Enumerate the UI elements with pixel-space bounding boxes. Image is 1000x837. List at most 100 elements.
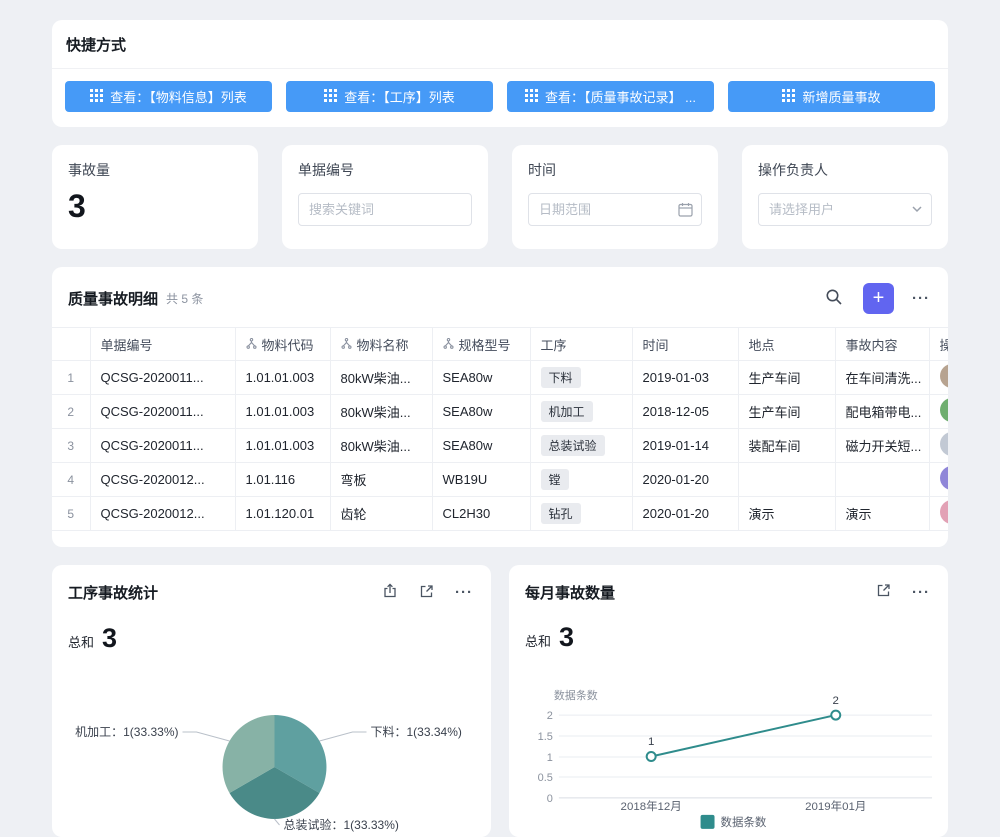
table-header-row: 单据编号 物料代码 物料名称 规格型号 工序 时间 地点 事故内容 操作负责人 [52,328,948,361]
process-tag: 机加工 [541,401,593,422]
shortcuts-title-row: 快捷方式 [52,20,948,69]
export-button[interactable] [380,581,400,604]
export-icon [382,583,398,602]
x-tick: 2018年12月 [621,799,682,813]
table-row[interactable]: 1 QCSG-2020011... 1.01.01.003 80kW柴油... … [52,361,948,395]
cell-material-code: 1.01.116 [235,463,330,497]
cell-doc-number: QCSG-2020012... [90,497,235,531]
cell-row-number: 2 [52,395,90,429]
shortcut-label: 查看：【工序】列表 [344,87,455,106]
process-tag: 钻孔 [541,503,581,524]
accident-count-value: 3 [68,188,242,225]
cell-place: 生产车间 [738,395,835,429]
header-material-code: 物料代码 [235,328,330,361]
data-point [831,711,840,720]
table-row-count: 共 5 条 [166,290,203,307]
table-row[interactable]: 4 QCSG-2020012... 1.01.116 弯板 WB19U 镗 20… [52,463,948,497]
cell-row-number: 1 [52,361,90,395]
search-icon [825,288,843,309]
table-row[interactable]: 5 QCSG-2020012... 1.01.120.01 齿轮 CL2H30 … [52,497,948,531]
cell-spec-model: SEA80w [432,361,530,395]
add-quality-accident-button[interactable]: 新增质量事故 [728,81,935,112]
grid-icon [782,89,795,105]
more-options-button[interactable]: ··· [910,582,932,603]
cell-content: 演示 [835,497,929,531]
plus-icon: + [873,288,885,308]
expand-button[interactable] [874,581,893,603]
header-material-name: 物料名称 [330,328,432,361]
avatar [940,364,949,388]
header-place: 地点 [738,328,835,361]
cell-material-name: 80kW柴油... [330,429,432,463]
point-label: 2 [833,695,839,707]
cell-doc-number: QCSG-2020011... [90,395,235,429]
quality-accident-detail-card: 质量事故明细 共 5 条 + ··· 单据编号 物料代码 物料名称 规格型号 [52,267,948,547]
time-label: 时间 [528,160,702,180]
grid-icon [324,89,337,105]
data-point [647,752,656,761]
doc-number-filter-card: 单据编号 [282,145,488,249]
header-date: 时间 [632,328,738,361]
y-tick: 1.5 [538,731,553,743]
shortcuts-title: 快捷方式 [66,34,934,55]
more-options-button[interactable]: ··· [910,288,932,309]
more-options-button[interactable]: ··· [453,582,475,603]
expand-button[interactable] [417,582,436,604]
legend-label[interactable]: 数据条数 [721,815,767,829]
operator-select[interactable] [758,193,932,226]
cell-material-name: 弯板 [330,463,432,497]
legend-swatch[interactable] [701,815,715,829]
date-range-input[interactable] [528,193,702,226]
cell-process: 下料 [530,361,632,395]
cell-place: 装配车间 [738,429,835,463]
pie-label-zongzhuang: 总装试验：1(33.33%) [284,817,399,832]
shortcut-label: 查看：【物料信息】列表 [110,87,247,106]
search-button[interactable] [823,286,845,311]
cell-material-code: 1.01.01.003 [235,395,330,429]
y-tick: 1 [547,752,553,764]
open-in-new-icon [876,583,891,601]
cell-operator [929,497,948,531]
add-record-button[interactable]: + [863,283,894,314]
view-quality-accident-record-button[interactable]: 查看：【质量事故记录】 ... [507,81,714,112]
open-in-new-icon [419,584,434,602]
process-tag: 镗 [541,469,569,490]
process-tag: 总装试验 [541,435,605,456]
more-icon: ··· [912,290,930,307]
header-spec-model: 规格型号 [432,328,530,361]
y-tick: 0 [547,793,553,805]
avatar [940,432,949,456]
table-scroll-area[interactable]: 单据编号 物料代码 物料名称 规格型号 工序 时间 地点 事故内容 操作负责人 … [52,327,948,531]
operator-filter-card: 操作负责人 [742,145,948,249]
monthly-line-chart: 数据条数 2 1.5 1 0.5 0 1 2 2018年12月 2019年01月 [509,659,948,837]
pie-total-label: 总和 [68,632,94,651]
cell-spec-model: SEA80w [432,395,530,429]
cell-process: 机加工 [530,395,632,429]
view-process-list-button[interactable]: 查看：【工序】列表 [286,81,493,112]
avatar [940,466,949,490]
doc-number-search-input[interactable] [298,193,472,226]
more-icon: ··· [455,584,473,601]
cell-spec-model: SEA80w [432,429,530,463]
cell-place [738,463,835,497]
cell-doc-number: QCSG-2020011... [90,429,235,463]
table-row[interactable]: 2 QCSG-2020011... 1.01.01.003 80kW柴油... … [52,395,948,429]
doc-number-label: 单据编号 [298,160,472,180]
table-row[interactable]: 3 QCSG-2020011... 1.01.01.003 80kW柴油... … [52,429,948,463]
filter-row: 事故量 3 单据编号 时间 操作负责人 [52,145,948,249]
monthly-accident-count-card: 每月事故数量 ··· 总和 3 数据条数 2 1.5 1 [509,565,948,837]
y-axis-name: 数据条数 [554,688,598,702]
cell-operator [929,361,948,395]
pie-chart-title: 工序事故统计 [68,582,158,603]
cell-process: 总装试验 [530,429,632,463]
process-pie-chart: 下料：1(33.34%) 机加工：1(33.33%) 总装试验：1(33.33%… [52,660,491,837]
cell-date: 2018-12-05 [632,395,738,429]
cell-material-name: 80kW柴油... [330,395,432,429]
cell-content: 配电箱带电... [835,395,929,429]
table-title: 质量事故明细 [68,288,158,309]
pie-total-value: 3 [102,623,117,654]
relation-icon [443,337,454,352]
view-material-info-list-button[interactable]: 查看：【物料信息】列表 [65,81,272,112]
process-accident-stats-card: 工序事故统计 ··· 总和 3 下料：1(33.34%) 机加工：1(3 [52,565,491,837]
cell-material-code: 1.01.120.01 [235,497,330,531]
